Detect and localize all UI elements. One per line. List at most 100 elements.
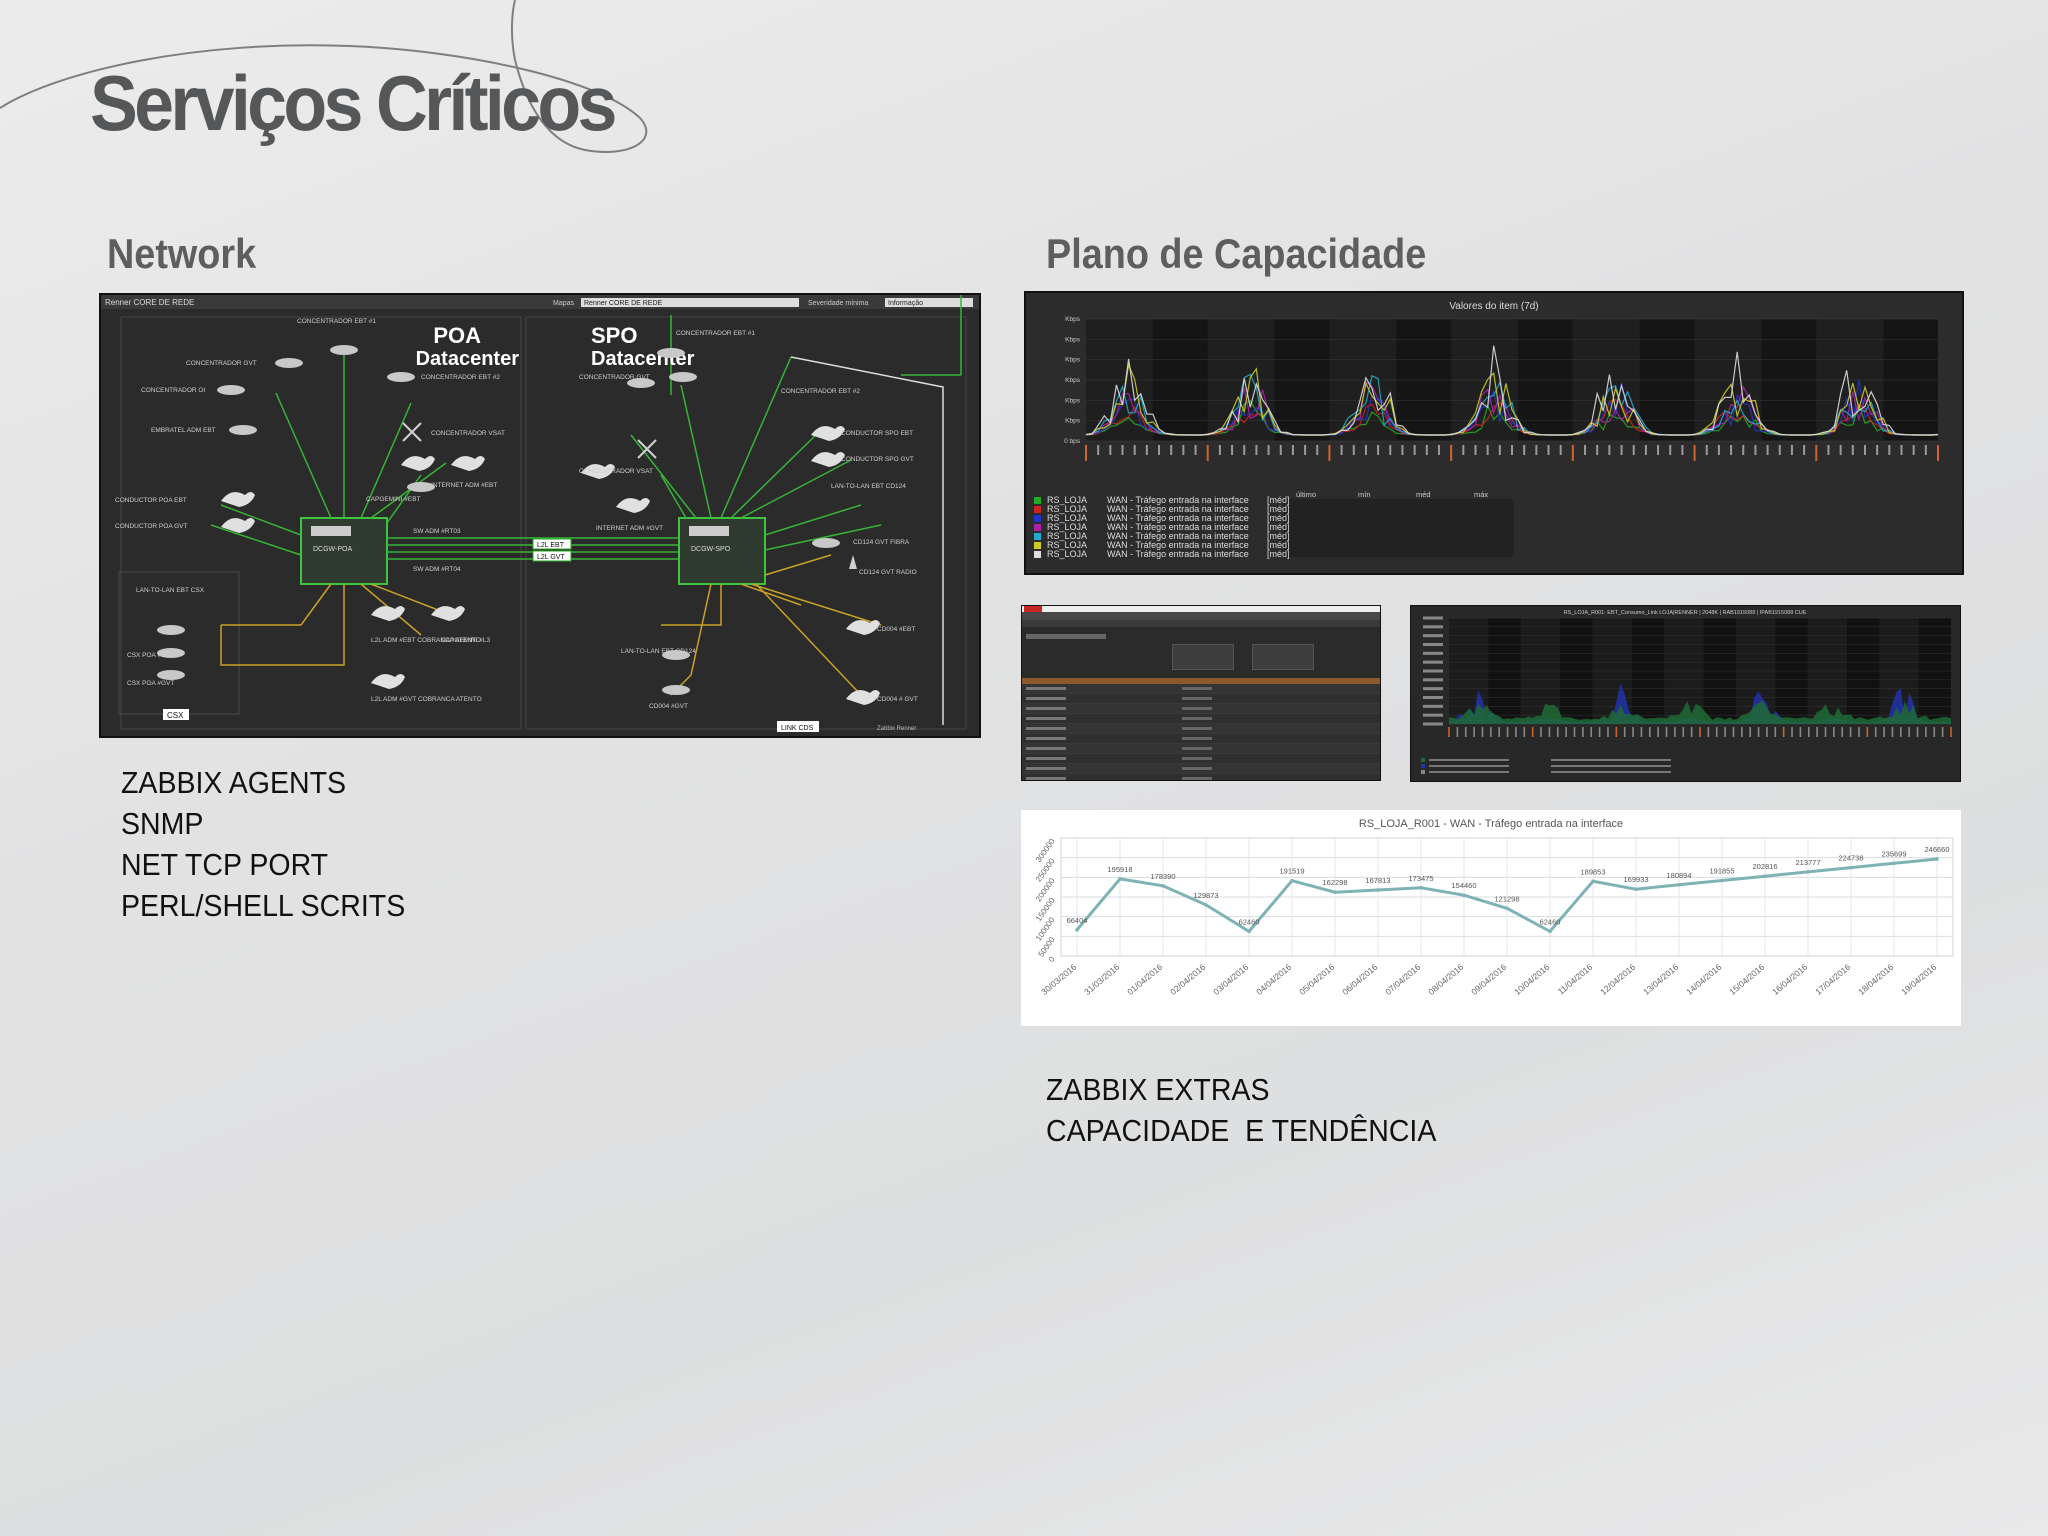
traffic-x-tick [1352, 445, 1355, 455]
traffic-x-tick [1815, 445, 1818, 461]
trend-x-tick: 08/04/2016 [1426, 962, 1465, 997]
wan-y-tick [1423, 616, 1443, 620]
wan-legend-swatch [1421, 764, 1425, 768]
history-row[interactable] [1022, 694, 1380, 704]
traffic-x-tick [1121, 445, 1124, 455]
map-footer: Zabbix Renner [877, 726, 916, 732]
wan-x-tick [1874, 727, 1877, 737]
wan-x-tick [1824, 727, 1827, 737]
map-filter-value: Renner CORE DE REDE [584, 300, 663, 307]
traffic-x-tick [1498, 445, 1501, 455]
node-spo-ebt2: CONCENTRADOR EBT #2 [781, 388, 860, 395]
wan-y-tick [1423, 704, 1443, 708]
history-cell [1182, 707, 1212, 710]
method-item: PERL/SHELL SCRITS [121, 888, 406, 923]
node-poa-cap: CAPGEMINI #EBT [366, 496, 421, 503]
traffic-x-tick [1291, 445, 1294, 455]
wan-x-tick [1506, 727, 1509, 737]
trend-point [1548, 929, 1552, 934]
trend-point [1290, 878, 1294, 883]
trend-point [1763, 874, 1767, 879]
wan-y-tick [1423, 660, 1443, 664]
network-map-canvas: Renner CORE DE REDE Mapas Renner CORE DE… [101, 295, 979, 732]
traffic-x-tick [1681, 445, 1684, 455]
history-cell [1182, 697, 1212, 700]
wan-x-tick [1774, 727, 1777, 737]
trend-x-tick: 10/04/2016 [1512, 962, 1551, 997]
legend-item: WAN - Tráfego entrada na interface [1107, 549, 1249, 559]
wan-x-tick [1448, 727, 1450, 737]
wan-x-tick [1858, 727, 1860, 737]
node-poa-gvt: CONCENTRADOR GVT [186, 360, 257, 367]
history-cell [1026, 687, 1066, 690]
wan-chart-title: RS_LOJA_R001: EBT_Consumo_Link LOJA|RENN… [1564, 610, 1807, 616]
traffic-x-tick [1547, 445, 1550, 455]
node-poa-cond-ebt: CONDUCTOR POA EBT [115, 497, 187, 504]
traffic-x-tick [1937, 445, 1939, 461]
legend-func: [méd] [1267, 549, 1290, 559]
history-row[interactable] [1022, 724, 1380, 734]
wan-legend-values [1551, 765, 1671, 767]
zabbix-menu-bar[interactable] [1022, 612, 1380, 620]
network-methods-list: ZABBIX AGENTS SNMP NET TCP PORT PERL/SHE… [121, 762, 405, 926]
wan-y-tick [1423, 643, 1443, 646]
trend-x-tick: 17/04/2016 [1813, 962, 1852, 997]
wan-x-tick [1925, 727, 1927, 737]
node-poa-vsat: CONCENTRADOR VSAT [431, 430, 505, 437]
node-poa-csx-ebt: CSX POA #EBT [127, 652, 174, 659]
traffic-x-tick [1097, 445, 1100, 455]
wan-x-tick [1565, 727, 1567, 737]
wan-legend-swatch [1421, 758, 1425, 762]
wan-x-tick [1531, 727, 1534, 737]
link-cds-label: LINK CDS [781, 725, 814, 732]
wan-x-tick [1757, 727, 1760, 737]
history-row[interactable] [1022, 684, 1380, 694]
wan-x-tick [1682, 727, 1685, 737]
trend-point [1376, 888, 1380, 892]
traffic-7d-screenshot: Valores do item (7d) 0 bps Kbps Kbps Kbps Kb… [1024, 291, 1964, 575]
filter-panel[interactable] [1172, 644, 1234, 670]
trend-chart-title: RS_LOJA_R001 - WAN - Tráfego entrada na … [1359, 818, 1623, 830]
history-row[interactable] [1022, 774, 1380, 780]
col-max: máx [1474, 490, 1488, 499]
traffic-x-tick [1803, 445, 1806, 455]
wan-x-tick [1632, 727, 1634, 737]
trend-point [1462, 893, 1466, 898]
history-row[interactable] [1022, 754, 1380, 764]
satellite-icon [402, 422, 657, 459]
traffic-x-tick [1632, 445, 1635, 455]
traffic-x-tick [1620, 445, 1623, 455]
trend-data-label: 173475 [1408, 874, 1433, 883]
traffic-x-tick [1316, 445, 1319, 455]
traffic-x-tick [1730, 445, 1733, 455]
traffic-x-tick [1255, 445, 1258, 455]
trend-data-label: 224738 [1838, 854, 1863, 863]
history-row[interactable] [1022, 764, 1380, 774]
page-title: Serviços Críticos [90, 59, 617, 147]
history-row[interactable] [1022, 734, 1380, 744]
csx-badge-label: CSX [167, 711, 184, 720]
traffic-y-tick: Kbps [1065, 357, 1081, 364]
trend-y-tick: 0 [1047, 955, 1057, 964]
history-cell [1182, 747, 1212, 750]
wan-x-tick [1690, 727, 1693, 737]
wan-x-tick [1732, 727, 1735, 737]
wan-x-tick [1715, 727, 1718, 737]
wan-x-tick [1933, 727, 1936, 737]
traffic-x-tick [1742, 445, 1745, 455]
col-min: mín [1358, 490, 1371, 499]
node-poa-cap-l3: CAPGEMINI #L3 [441, 637, 491, 644]
history-row[interactable] [1022, 714, 1380, 724]
col-avg: méd [1416, 490, 1431, 499]
traffic-y-tick: Kbps [1065, 336, 1081, 343]
history-rows [1022, 684, 1380, 780]
history-row[interactable] [1022, 744, 1380, 754]
history-cell [1182, 757, 1212, 760]
wan-y-tick [1423, 625, 1443, 629]
wan-x-tick [1724, 727, 1726, 737]
traffic-x-tick [1133, 445, 1136, 455]
period-panel[interactable] [1252, 644, 1314, 670]
history-row[interactable] [1022, 704, 1380, 714]
traffic-x-tick [1401, 445, 1404, 455]
values-tooltip [1284, 499, 1514, 557]
